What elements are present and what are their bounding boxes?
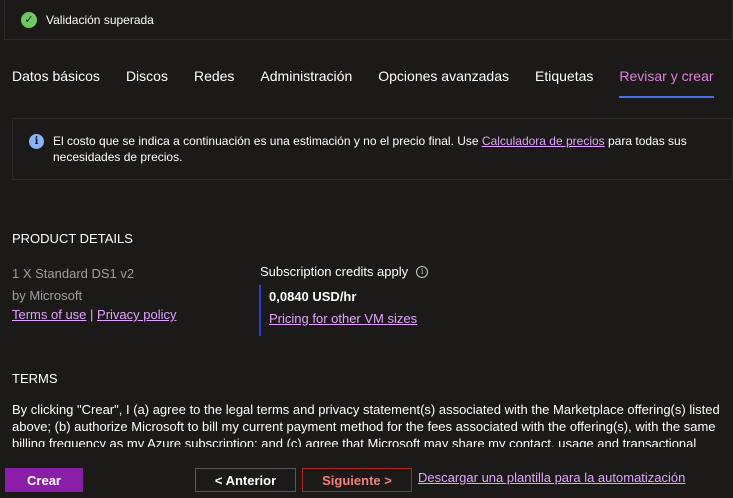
product-publisher: by Microsoft	[12, 288, 83, 303]
tab-datos-basicos[interactable]: Datos básicos	[12, 68, 100, 98]
price-value: 0,0840 USD/hr	[269, 289, 357, 304]
validation-text: Validación superada	[46, 12, 154, 27]
tab-revisar-y-crear[interactable]: Revisar y crear	[619, 68, 714, 98]
terms-heading: TERMS	[12, 371, 58, 386]
info-text-before: El costo que se indica a continuación es…	[53, 134, 482, 148]
terms-body: By clicking "Crear", I (a) agree to the …	[12, 402, 720, 447]
pricing-info-text: El costo que se indica a continuación es…	[53, 133, 713, 165]
product-links: Terms of use | Privacy policy	[12, 307, 177, 323]
terms-of-use-link[interactable]: Terms of use	[12, 307, 86, 322]
info-icon: i	[29, 134, 44, 149]
tab-opciones-avanzadas[interactable]: Opciones avanzadas	[378, 68, 509, 98]
footer-bar: Crear < Anterior Siguiente > Descargar u…	[0, 452, 733, 498]
tab-etiquetas[interactable]: Etiquetas	[535, 68, 593, 98]
previous-button[interactable]: < Anterior	[195, 468, 296, 492]
validation-banner: ✓ Validación superada	[4, 0, 733, 40]
product-info: 1 X Standard DS1 v2 by Microsoft Terms o…	[12, 263, 177, 323]
tab-administracion[interactable]: Administración	[260, 68, 352, 98]
download-template-link[interactable]: Descargar una plantilla para la automati…	[418, 470, 685, 485]
price-block: 0,0840 USD/hr Pricing for other VM sizes	[259, 285, 417, 336]
pricing-calculator-link[interactable]: Calculadora de precios	[482, 134, 605, 148]
credits-info-icon[interactable]: i	[416, 265, 429, 278]
pricing-other-sizes-link[interactable]: Pricing for other VM sizes	[269, 311, 417, 326]
next-button[interactable]: Siguiente >	[302, 468, 412, 492]
tab-bar: Datos básicos Discos Redes Administració…	[12, 68, 714, 98]
product-name: 1 X Standard DS1 v2	[12, 266, 135, 281]
create-button[interactable]: Crear	[5, 468, 83, 492]
subscription-credits: Subscription credits apply i	[260, 264, 429, 279]
privacy-policy-link[interactable]: Privacy policy	[97, 307, 176, 322]
tab-redes[interactable]: Redes	[194, 68, 234, 98]
credits-label: Subscription credits apply	[260, 264, 409, 279]
product-details-heading: PRODUCT DETAILS	[12, 231, 133, 246]
checkmark-icon: ✓	[21, 11, 37, 28]
pricing-info-box: i El costo que se indica a continuación …	[12, 118, 733, 180]
links-separator: |	[86, 307, 98, 322]
tab-discos[interactable]: Discos	[126, 68, 168, 98]
